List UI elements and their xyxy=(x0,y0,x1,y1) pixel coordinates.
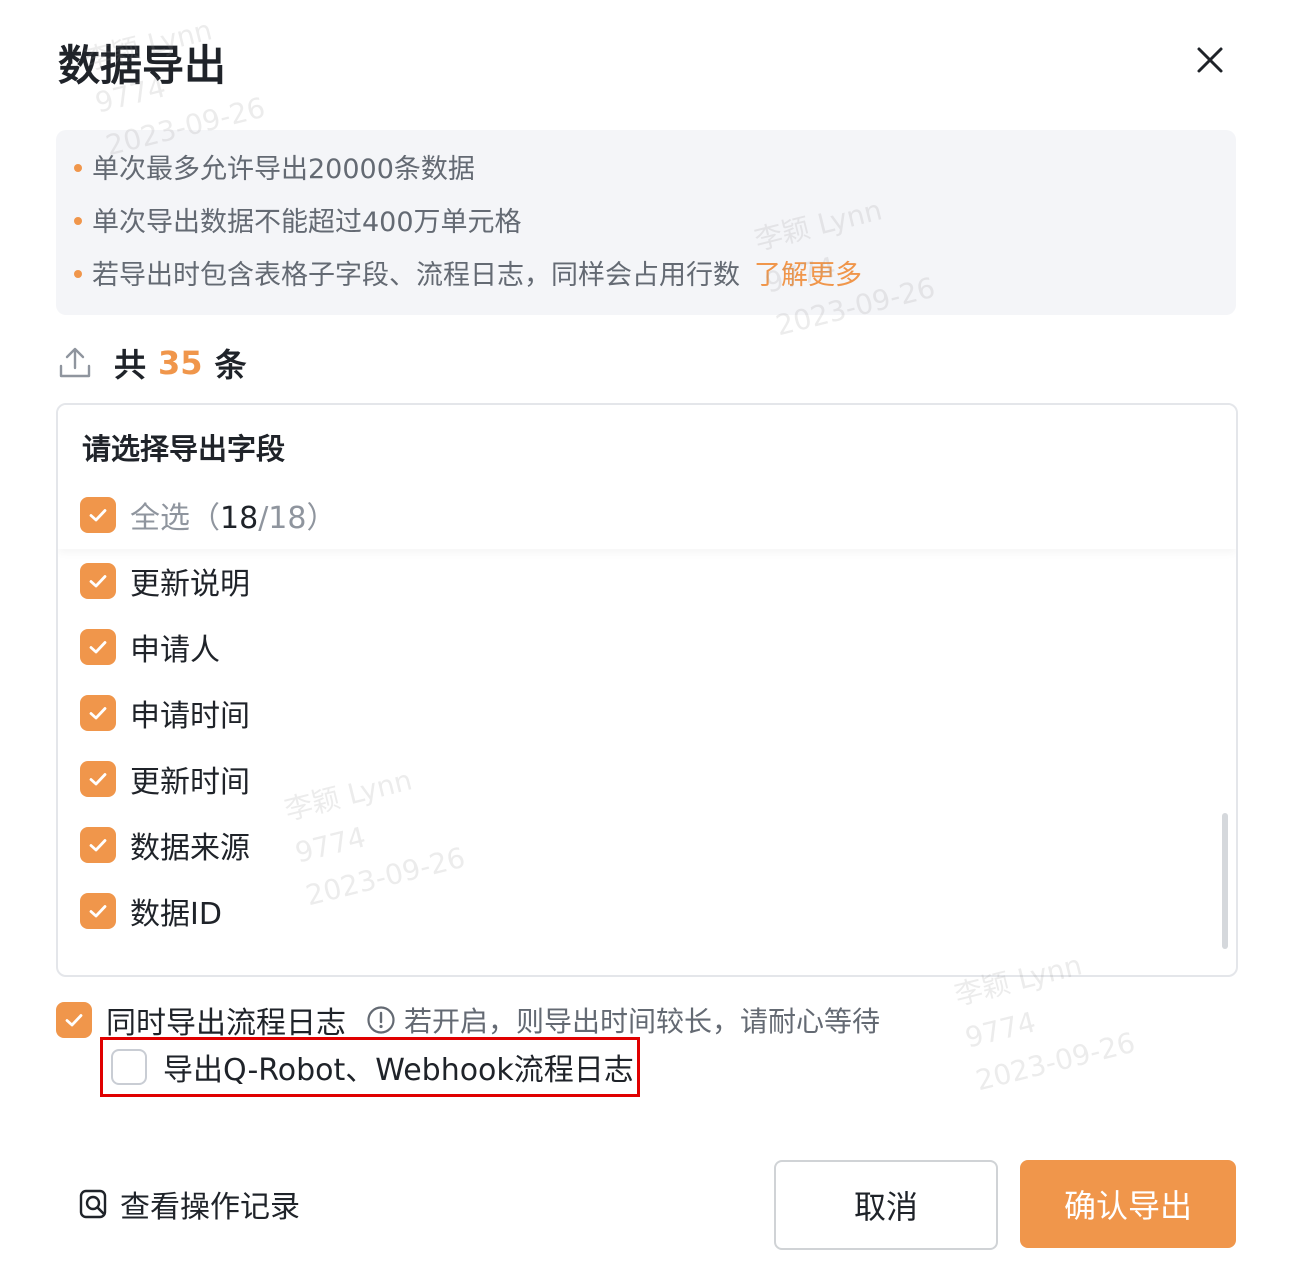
record-count-number: 35 xyxy=(158,344,203,382)
learn-more-link[interactable]: 了解更多 xyxy=(754,260,862,291)
field-label: 更新说明 xyxy=(130,567,250,602)
export-robot-log-label: 导出Q-Robot、Webhook流程日志 xyxy=(163,1053,634,1088)
field-option[interactable]: 申请人 xyxy=(80,625,220,669)
select-all-option[interactable]: 全选（18/18） xyxy=(80,493,336,537)
export-log-option[interactable]: 同时导出流程日志 若开启，则导出时间较长，请耐心等待 xyxy=(56,998,880,1042)
check-icon xyxy=(89,839,107,852)
scrollbar-thumb[interactable] xyxy=(1222,813,1228,949)
checkbox-checked[interactable] xyxy=(80,497,116,533)
field-panel-header: 请选择导出字段 全选（18/18） xyxy=(58,405,1236,549)
view-history-link[interactable]: 查看操作记录 xyxy=(78,1182,300,1226)
confirm-export-button[interactable]: 确认导出 xyxy=(1020,1160,1236,1248)
checkbox-checked[interactable] xyxy=(80,629,116,665)
check-icon xyxy=(65,1014,83,1027)
selected-count: 18 xyxy=(220,501,259,536)
field-label: 申请人 xyxy=(130,633,220,668)
check-icon xyxy=(89,575,107,588)
bullet-icon xyxy=(74,269,82,278)
export-log-warning: 若开启，则导出时间较长，请耐心等待 xyxy=(366,1000,880,1040)
upload-icon xyxy=(59,347,91,378)
field-label: 数据ID xyxy=(130,897,222,932)
notice-line: 单次导出数据不能超过400万单元格 xyxy=(74,203,522,243)
record-count: 共 35 条 xyxy=(58,338,247,388)
field-panel-title: 请选择导出字段 xyxy=(82,432,286,466)
checkbox-checked[interactable] xyxy=(80,893,116,929)
field-option[interactable]: 数据ID xyxy=(80,889,222,933)
checkbox-checked[interactable] xyxy=(80,563,116,599)
field-option[interactable]: 更新说明 xyxy=(80,559,250,603)
field-option[interactable]: 数据来源 xyxy=(80,823,250,867)
field-option[interactable]: 申请时间 xyxy=(80,691,250,735)
select-all-label: 全选（18/18） xyxy=(130,501,337,536)
field-label: 更新时间 xyxy=(130,765,250,800)
check-icon xyxy=(89,707,107,720)
checkbox-checked[interactable] xyxy=(80,761,116,797)
check-icon xyxy=(89,509,107,522)
field-label: 申请时间 xyxy=(130,699,250,734)
checkbox-checked[interactable] xyxy=(80,695,116,731)
field-selection-panel: 更新说明 申请人 申请时间 更新时间 数据来源 数据ID 请选择导出字段 全选（… xyxy=(56,403,1238,977)
checkbox-checked[interactable] xyxy=(80,827,116,863)
field-label: 数据来源 xyxy=(130,831,250,866)
close-icon[interactable] xyxy=(1188,38,1232,82)
field-option[interactable]: 更新时间 xyxy=(80,757,250,801)
checkbox-unchecked[interactable] xyxy=(111,1049,147,1085)
bullet-icon xyxy=(74,216,82,225)
check-icon xyxy=(89,773,107,786)
info-icon xyxy=(367,1006,395,1034)
notice-line: 若导出时包含表格子字段、流程日志，同样会占用行数 了解更多 xyxy=(74,256,862,296)
search-record-icon xyxy=(79,1189,107,1219)
export-limits-notice: 单次最多允许导出20000条数据 单次导出数据不能超过400万单元格 若导出时包… xyxy=(56,130,1236,315)
notice-line: 单次最多允许导出20000条数据 xyxy=(74,150,475,190)
bullet-icon xyxy=(74,163,82,172)
cancel-button[interactable]: 取消 xyxy=(774,1160,998,1250)
export-dialog: 数据导出 单次最多允许导出20000条数据 单次导出数据不能超过400万单元格 … xyxy=(0,0,1290,1288)
export-robot-log-option[interactable]: 导出Q-Robot、Webhook流程日志 xyxy=(100,1037,640,1097)
total-count: /18） xyxy=(258,501,337,536)
check-icon xyxy=(89,905,107,918)
check-icon xyxy=(89,641,107,654)
export-log-label: 同时导出流程日志 xyxy=(106,1006,346,1041)
checkbox-checked[interactable] xyxy=(56,1002,92,1038)
dialog-title: 数据导出 xyxy=(58,41,227,90)
